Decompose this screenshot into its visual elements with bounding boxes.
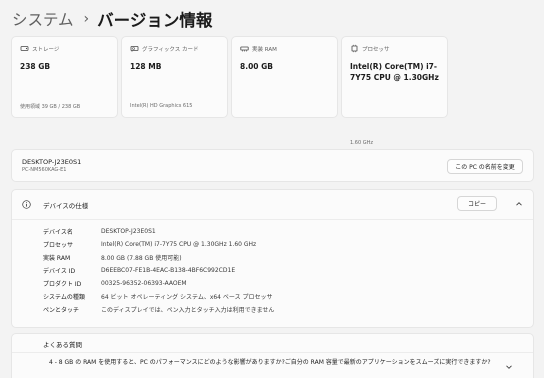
ram-icon xyxy=(240,44,249,53)
card-value: 238 GB xyxy=(20,62,51,71)
spec-row-device-name: デバイス名 DESKTOP-J23E0S1 xyxy=(43,225,156,237)
page-title: バージョン情報 xyxy=(97,11,213,30)
spec-value: DESKTOP-J23E0S1 xyxy=(101,227,156,235)
chevron-down-icon[interactable] xyxy=(505,363,513,371)
device-specs-title: デバイスの仕様 xyxy=(43,202,89,210)
card-subtitle: 使用領域 39 GB / 238 GB xyxy=(20,104,81,110)
spec-label: 実装 RAM xyxy=(43,254,71,262)
ram-card[interactable]: 実装 RAM 8.00 GB xyxy=(231,36,338,118)
card-title: ストレージ xyxy=(32,46,60,53)
spec-label: プロダクト ID xyxy=(43,280,82,288)
chevron-right-icon: › xyxy=(83,11,90,27)
spec-value: このディスプレイでは、ペン入力とタッチ入力は利用できません xyxy=(101,306,275,314)
spec-row-device-id: デバイス ID D6EEBC07-FE1B-4EAC-B138-4BF6C992… xyxy=(43,264,235,276)
spec-value: Intel(R) Core(TM) i7-7Y75 CPU @ 1.30GHz … xyxy=(101,240,257,248)
spec-row-ram: 実装 RAM 8.00 GB (7.88 GB 使用可能) xyxy=(43,251,182,263)
card-value: 8.00 GB xyxy=(240,62,273,71)
device-name-panel: DESKTOP-J23E0S1 PC-NM560KAG-E1 この PC の名前… xyxy=(11,149,534,182)
spec-label: デバイス名 xyxy=(43,228,73,236)
spec-value: 64 ビット オペレーティング システム、x64 ベース プロセッサ xyxy=(101,293,273,301)
card-title: プロセッサ xyxy=(362,46,390,53)
divider xyxy=(12,352,533,353)
spec-row-product-id: プロダクト ID 00325-96352-06393-AAOEM xyxy=(43,277,187,289)
processor-card[interactable]: プロセッサ Intel(R) Core(TM) i7-7Y75 CPU @ 1.… xyxy=(341,36,448,146)
device-model: PC-NM560KAG-E1 xyxy=(22,167,67,173)
card-title: 実装 RAM xyxy=(252,46,277,53)
spec-label: システムの種類 xyxy=(43,293,85,301)
breadcrumb-system-link[interactable]: システム xyxy=(12,8,74,30)
spec-value: 8.00 GB (7.88 GB 使用可能) xyxy=(101,254,182,262)
storage-icon xyxy=(20,44,29,53)
chevron-up-icon[interactable] xyxy=(515,200,523,208)
rename-pc-button[interactable]: この PC の名前を変更 xyxy=(447,159,523,174)
device-specs-header[interactable]: デバイスの仕様 コピー xyxy=(12,190,533,219)
spec-row-pen-touch: ペンとタッチ このディスプレイでは、ペン入力とタッチ入力は利用できません xyxy=(43,303,274,315)
spec-row-processor: プロセッサ Intel(R) Core(TM) i7-7Y75 CPU @ 1.… xyxy=(43,238,256,250)
card-title: グラフィックス カード xyxy=(142,46,199,53)
card-value: 128 MB xyxy=(130,62,162,71)
faq-title: よくある質問 xyxy=(43,341,82,349)
device-specs-panel: デバイスの仕様 コピー デバイス名 DESKTOP-J23E0S1 プロセッサ … xyxy=(11,189,534,328)
spec-label: ペンとタッチ xyxy=(43,306,80,314)
spec-row-system-type: システムの種類 64 ビット オペレーティング システム、x64 ベース プロセ… xyxy=(43,290,273,302)
spec-label: プロセッサ xyxy=(43,241,74,249)
card-value: Intel(R) Core(TM) i7-7Y75 CPU @ 1.30GHz xyxy=(350,62,439,82)
spec-value: 00325-96352-06393-AAOEM xyxy=(101,279,187,287)
card-subtitle: Intel(R) HD Graphics 615 xyxy=(130,103,193,109)
breadcrumb: システム › バージョン情報 xyxy=(12,6,212,32)
graphics-card-card[interactable]: グラフィックス カード 128 MB Intel(R) HD Graphics … xyxy=(121,36,228,118)
spec-value: D6EEBC07-FE1B-4EAC-B138-4BF6C992CD1E xyxy=(101,266,236,274)
faq-question[interactable]: 4 - 8 GB の RAM を使用すると、PC のパフォーマンスにどのような影… xyxy=(49,358,494,368)
divider xyxy=(12,219,533,220)
info-icon xyxy=(22,200,31,209)
spec-label: デバイス ID xyxy=(43,267,76,275)
device-name: DESKTOP-J23E0S1 xyxy=(22,158,82,166)
card-subtitle: 1.60 GHz xyxy=(350,140,373,146)
processor-icon xyxy=(350,44,359,53)
copy-button[interactable]: コピー xyxy=(457,196,497,211)
graphics-card-icon xyxy=(130,44,139,53)
faq-panel: よくある質問 4 - 8 GB の RAM を使用すると、PC のパフォーマンス… xyxy=(11,333,534,378)
storage-card[interactable]: ストレージ 238 GB 使用領域 39 GB / 238 GB xyxy=(11,36,118,118)
